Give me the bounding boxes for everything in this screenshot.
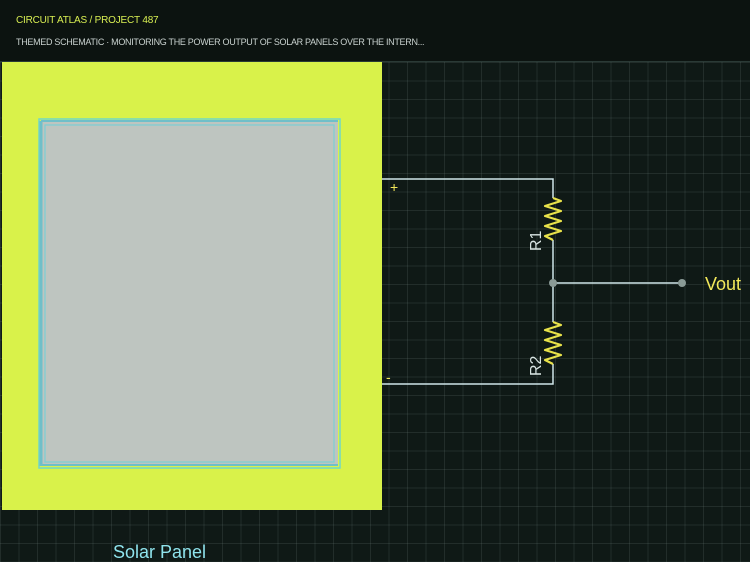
resistor-r1-label: R1	[528, 230, 545, 251]
resistor-r2-label: R2	[528, 355, 545, 376]
solar-panel	[2, 62, 382, 510]
circuit-wires	[382, 178, 682, 385]
solar-panel-label: Solar Panel	[113, 542, 206, 562]
wire-positive	[382, 178, 554, 198]
circuit-diagram: + - R1 R2 Vout Solar Panel	[2, 62, 741, 562]
output-terminal-node	[678, 279, 686, 287]
terminal-plus-label: +	[390, 179, 398, 195]
solar-panel-cell	[41, 121, 338, 466]
junction-node	[549, 279, 557, 287]
terminal-minus-label: -	[386, 369, 391, 385]
output-voltage-label: Vout	[705, 274, 741, 294]
resistor-r1	[543, 196, 563, 241]
schematic-page: CIRCUIT ATLAS / PROJECT 487 THEMED SCHEM…	[0, 0, 750, 562]
resistor-r2	[543, 320, 563, 365]
